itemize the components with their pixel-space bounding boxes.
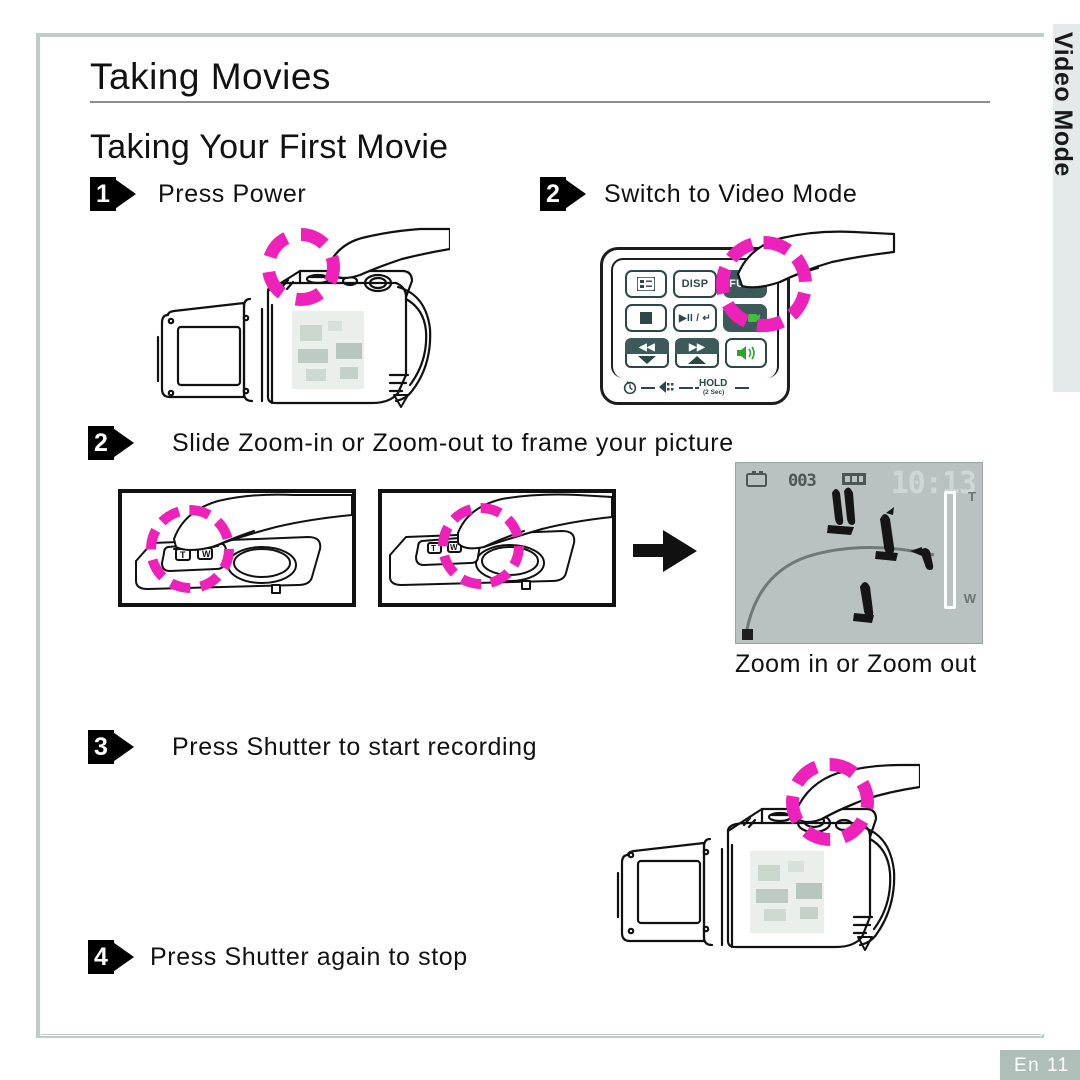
step-3-badge: 2 [88, 426, 134, 460]
flow-arrow-icon [633, 528, 715, 579]
step-1-text: Press Power [158, 179, 307, 208]
flash-icon [659, 381, 674, 393]
control-panel-bottom-labels: HOLD (2 Sec) [615, 376, 777, 404]
forward-label: ▶▶ [689, 341, 705, 353]
hold-sublabel: (2 Sec) [703, 389, 725, 396]
speaker-button[interactable] [725, 338, 767, 368]
step-4-text: Press Shutter to start recording [172, 732, 538, 761]
disp-button-label: DISP [681, 278, 709, 290]
page-title: Taking Movies [90, 56, 331, 97]
step-5: 4 Press Shutter again to stop [88, 940, 468, 974]
finger-illustration-func [736, 230, 896, 315]
stop-icon [640, 312, 652, 324]
lcd-zoom-tele-label: T [968, 489, 976, 504]
lcd-caption: Zoom in or Zoom out [735, 650, 977, 678]
svg-text:W: W [202, 549, 211, 559]
zoom-detail-box-out: T W [378, 489, 616, 607]
menu-button[interactable] [625, 270, 667, 298]
chevron-down-icon [638, 356, 656, 364]
step-2-number: 2 [546, 179, 560, 208]
svg-text:T: T [180, 550, 186, 560]
self-timer-icon [623, 381, 637, 394]
step-3: 2 Slide Zoom-in or Zoom-out to frame you… [88, 426, 734, 460]
lcd-preview-screen: 003 10:13 T W [735, 462, 983, 644]
stop-button[interactable] [625, 304, 667, 332]
camcorder-illustration-shutter [600, 755, 920, 970]
step-5-number: 4 [94, 942, 108, 971]
svg-text:T: T [431, 544, 436, 553]
step-3-number: 2 [94, 428, 108, 457]
page-number: En 11 [1014, 1055, 1070, 1076]
label-dash [641, 387, 655, 389]
title-divider [90, 101, 990, 103]
step-3-text: Slide Zoom-in or Zoom-out to frame your … [172, 428, 734, 457]
down-button[interactable] [625, 354, 669, 368]
camcorder-illustration-power [140, 225, 450, 415]
lcd-zoom-slider [944, 491, 956, 609]
rewind-label: ◀◀ [639, 341, 655, 353]
step-4: 3 Press Shutter to start recording [88, 730, 537, 764]
step-4-number: 3 [94, 732, 108, 761]
step-1-number: 1 [96, 179, 110, 208]
side-tab-video-mode: Video Mode [1049, 24, 1080, 392]
step-2-badge: 2 [540, 177, 586, 211]
step-2: 2 Switch to Video Mode [540, 177, 857, 211]
disp-button[interactable]: DISP [673, 270, 717, 298]
step-1-badge: 1 [90, 177, 136, 211]
chevron-up-icon [688, 356, 706, 364]
play-pause-label: ▶II / ↵ [678, 312, 712, 324]
side-tab-label: Video Mode [1048, 32, 1077, 177]
svg-text:W: W [450, 543, 458, 552]
lcd-zoom-wide-label: W [963, 591, 976, 606]
manual-page: Video Mode En 11 Taking Movies Taking Yo… [0, 0, 1080, 1080]
menu-icon [637, 277, 655, 291]
step-2-text: Switch to Video Mode [604, 179, 858, 208]
label-dash [735, 387, 749, 389]
page-subtitle: Taking Your First Movie [90, 128, 449, 166]
up-button[interactable] [675, 354, 719, 368]
play-pause-button[interactable]: ▶II / ↵ [673, 304, 717, 332]
label-dash [679, 387, 693, 389]
label-dash [695, 387, 699, 389]
step-1: 1 Press Power [90, 177, 306, 211]
step-5-badge: 4 [88, 940, 134, 974]
speaker-icon [737, 346, 755, 360]
step-5-text: Press Shutter again to stop [150, 942, 468, 971]
hold-label: HOLD [699, 378, 728, 389]
step-4-badge: 3 [88, 730, 134, 764]
zoom-detail-box-in: T W [118, 489, 356, 607]
